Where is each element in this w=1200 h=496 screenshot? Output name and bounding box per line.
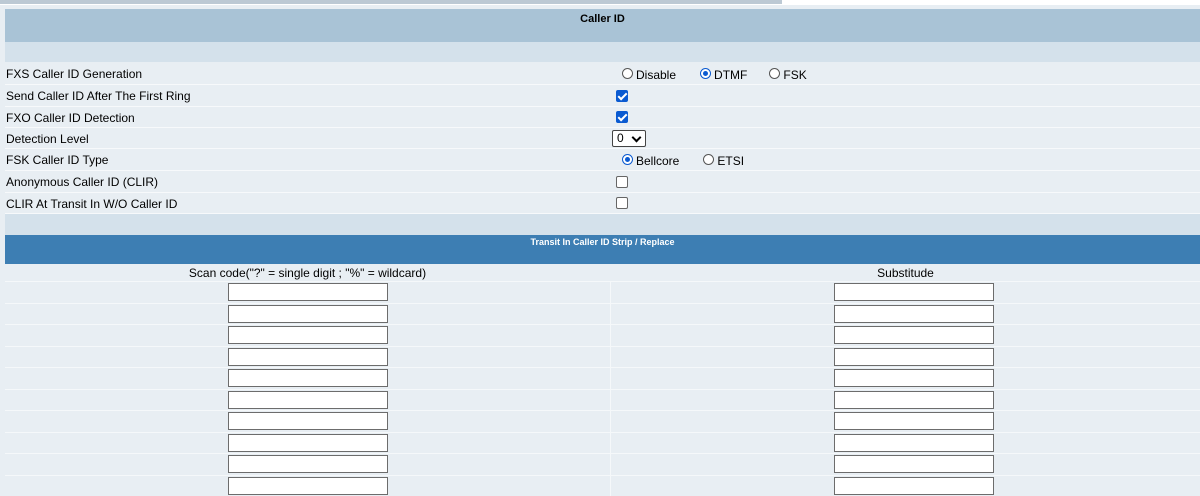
setting-row-send-caller-id-after-the-first-ring: Send Caller ID After The First Ring (5, 85, 1200, 107)
setting-control: Disable DTMF FSK (622, 63, 829, 84)
column-divider (610, 390, 611, 411)
radio-circle-icon[interactable] (622, 154, 633, 165)
scan-code-input[interactable] (228, 305, 388, 323)
setting-control (616, 85, 628, 106)
setting-control (616, 193, 628, 213)
section-gap (5, 214, 1200, 235)
scan-code-input[interactable] (228, 348, 388, 366)
column-divider (610, 325, 611, 346)
setting-row-detection-level: Detection Level 0 (5, 128, 1200, 149)
substitute-input[interactable] (834, 305, 994, 323)
setting-label: Anonymous Caller ID (CLIR) (6, 175, 158, 189)
setting-label: Detection Level (6, 132, 89, 146)
radio-disable[interactable]: Disable (622, 67, 676, 81)
scan-code-column-header: Scan code("?" = single digit ; "%" = wil… (5, 266, 610, 280)
caller-id-subheader-band (5, 42, 1200, 62)
substitute-input[interactable] (834, 455, 994, 473)
top-strip (0, 0, 1200, 5)
setting-label: FSK Caller ID Type (6, 153, 108, 167)
setting-row-fsk-caller-id-type: FSK Caller ID Type Bellcore ETSI (5, 149, 1200, 171)
radio-circle-icon[interactable] (703, 154, 714, 165)
radio-label: DTMF (714, 68, 747, 82)
radio-label: ETSI (717, 154, 744, 168)
table-row (5, 389, 1200, 411)
radio-circle-icon[interactable] (769, 68, 780, 79)
column-divider (610, 411, 611, 432)
fxo-caller-id-detection-checkbox[interactable] (616, 111, 628, 123)
substitute-input[interactable] (834, 477, 994, 495)
substitute-column-header: Substitude (611, 266, 1200, 280)
substitute-input[interactable] (834, 369, 994, 387)
scan-code-input[interactable] (228, 283, 388, 301)
top-progress-strip (0, 0, 782, 4)
radio-label: Disable (636, 68, 676, 82)
setting-label: FXO Caller ID Detection (6, 111, 135, 125)
select-value: 0 (617, 131, 624, 145)
setting-row-fxs-caller-id-generation: FXS Caller ID Generation Disable DTMF FSK (5, 63, 1200, 85)
column-divider (610, 282, 611, 303)
radio-label: FSK (783, 68, 806, 82)
setting-label: CLIR At Transit In W/O Caller ID (6, 197, 177, 211)
caller-id-title: Caller ID (5, 13, 1200, 25)
scan-code-input[interactable] (228, 455, 388, 473)
scan-code-input[interactable] (228, 434, 388, 452)
table-row (5, 367, 1200, 389)
detection-level-select[interactable]: 0 (612, 130, 646, 147)
table-row (5, 453, 1200, 475)
substitute-input[interactable] (834, 283, 994, 301)
radio-etsi[interactable]: ETSI (703, 153, 744, 167)
radio-label: Bellcore (636, 154, 679, 168)
setting-label: Send Caller ID After The First Ring (6, 89, 191, 103)
transit-column-headers: Scan code("?" = single digit ; "%" = wil… (5, 264, 1200, 281)
substitute-input[interactable] (834, 348, 994, 366)
caller-id-section-header: Caller ID (5, 9, 1200, 42)
table-row (5, 432, 1200, 454)
table-row (5, 346, 1200, 368)
table-row (5, 303, 1200, 325)
setting-control: Bellcore ETSI (622, 149, 768, 170)
column-divider (610, 347, 611, 368)
setting-control: 0 (612, 128, 646, 148)
radio-bellcore[interactable]: Bellcore (622, 153, 679, 167)
setting-row-clir-at-transit-in-w-o-caller-id: CLIR At Transit In W/O Caller ID (5, 193, 1200, 214)
scan-code-input[interactable] (228, 412, 388, 430)
table-row (5, 475, 1200, 496)
column-divider (610, 304, 611, 325)
setting-row-fxo-caller-id-detection: FXO Caller ID Detection (5, 107, 1200, 128)
radio-fsk[interactable]: FSK (769, 67, 806, 81)
send-caller-id-after-the-first-ring-checkbox[interactable] (616, 90, 628, 102)
setting-row-anonymous-caller-id-clir: Anonymous Caller ID (CLIR) (5, 171, 1200, 193)
setting-control (616, 107, 628, 127)
substitute-input[interactable] (834, 326, 994, 344)
transit-title: Transit In Caller ID Strip / Replace (5, 237, 1200, 247)
clir-at-transit-in-w-o-caller-id-checkbox[interactable] (616, 197, 628, 209)
setting-control (616, 171, 628, 192)
scan-code-input[interactable] (228, 477, 388, 495)
chevron-down-icon (632, 132, 642, 142)
column-divider (610, 476, 611, 496)
transit-section-header: Transit In Caller ID Strip / Replace (5, 235, 1200, 264)
anonymous-caller-id-clir-checkbox[interactable] (616, 176, 628, 188)
scan-code-input[interactable] (228, 326, 388, 344)
scan-code-input[interactable] (228, 391, 388, 409)
table-row (5, 410, 1200, 432)
scan-code-input[interactable] (228, 369, 388, 387)
table-row (5, 281, 1200, 303)
radio-circle-icon[interactable] (622, 68, 633, 79)
table-row (5, 324, 1200, 346)
substitute-input[interactable] (834, 391, 994, 409)
radio-dtmf[interactable]: DTMF (700, 67, 747, 81)
radio-circle-icon[interactable] (700, 68, 711, 79)
column-divider (610, 368, 611, 389)
column-divider (610, 433, 611, 454)
setting-label: FXS Caller ID Generation (6, 67, 142, 81)
substitute-input[interactable] (834, 412, 994, 430)
substitute-input[interactable] (834, 434, 994, 452)
column-divider (610, 454, 611, 475)
